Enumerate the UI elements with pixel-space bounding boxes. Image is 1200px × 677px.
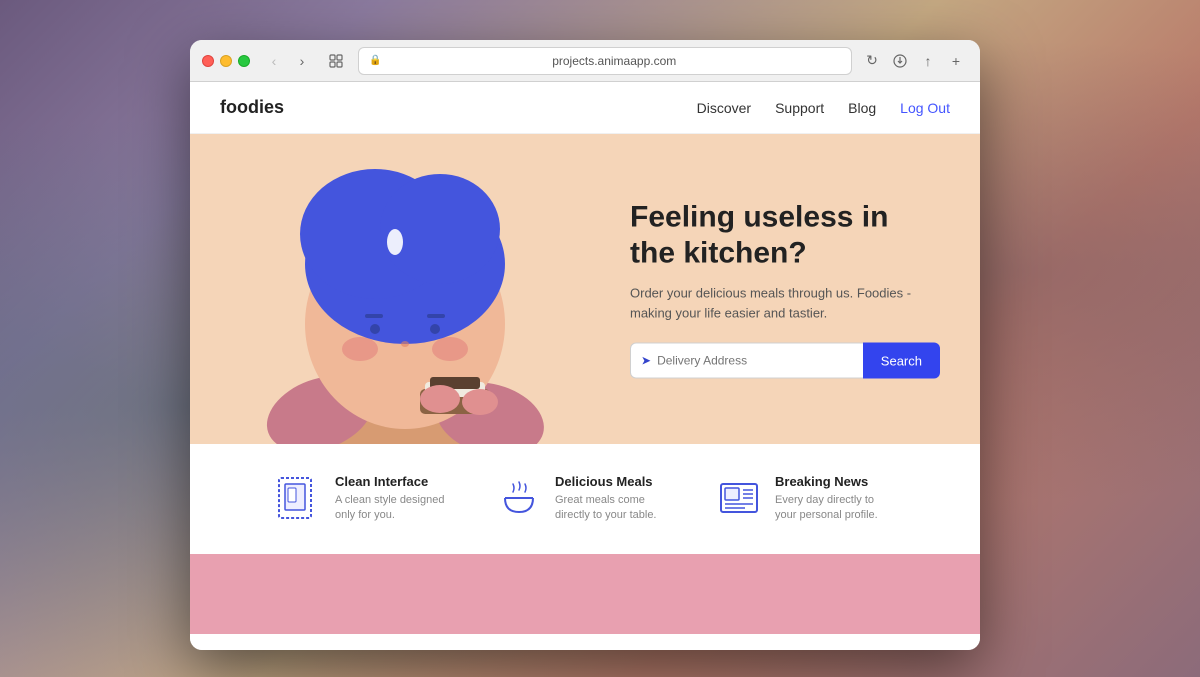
search-input[interactable] bbox=[657, 354, 853, 368]
browser-window: ‹ › 🔒 projects.animaapp.com ↻ bbox=[190, 40, 980, 650]
delicious-meals-icon bbox=[495, 474, 543, 522]
search-input-wrapper[interactable]: ➤ bbox=[630, 343, 863, 379]
hero-subtext: Order your delicious meals through us. F… bbox=[630, 284, 940, 323]
site-navigation: foodies Discover Support Blog Log Out bbox=[190, 82, 980, 134]
forward-button[interactable]: › bbox=[290, 49, 314, 73]
traffic-lights bbox=[202, 55, 250, 67]
pink-section bbox=[190, 554, 980, 634]
nav-discover[interactable]: Discover bbox=[697, 100, 751, 116]
reload-button[interactable]: ↻ bbox=[860, 49, 884, 73]
search-bar: ➤ Search bbox=[630, 343, 940, 379]
address-bar[interactable]: 🔒 projects.animaapp.com bbox=[358, 47, 852, 75]
reload-icon: ↻ bbox=[866, 52, 878, 69]
download-button[interactable] bbox=[888, 49, 912, 73]
search-button[interactable]: Search bbox=[863, 343, 940, 379]
feature-meals-text: Delicious Meals Great meals come directl… bbox=[555, 474, 675, 524]
toolbar-right: ↻ ↑ + bbox=[860, 49, 968, 73]
feature-news-text: Breaking News Every day directly to your… bbox=[775, 474, 895, 524]
feature-clean-title: Clean Interface bbox=[335, 474, 455, 489]
nav-logout[interactable]: Log Out bbox=[900, 100, 950, 116]
feature-clean-text: Clean Interface A clean style designed o… bbox=[335, 474, 455, 524]
close-button[interactable] bbox=[202, 55, 214, 67]
feature-clean-interface: Clean Interface A clean style designed o… bbox=[275, 474, 455, 524]
plus-icon: + bbox=[952, 53, 960, 69]
character-svg bbox=[220, 134, 590, 444]
download-icon bbox=[893, 54, 907, 68]
clean-interface-icon bbox=[275, 474, 323, 522]
hero-text-content: Feeling useless in the kitchen? Order yo… bbox=[630, 200, 940, 379]
chevron-right-icon: › bbox=[300, 53, 305, 69]
share-button[interactable]: ↑ bbox=[916, 49, 940, 73]
feature-delicious-meals: Delicious Meals Great meals come directl… bbox=[495, 474, 675, 524]
minimize-button[interactable] bbox=[220, 55, 232, 67]
back-button[interactable]: ‹ bbox=[262, 49, 286, 73]
location-icon: ➤ bbox=[641, 354, 651, 368]
chevron-left-icon: ‹ bbox=[272, 53, 277, 69]
nav-links: Discover Support Blog Log Out bbox=[697, 100, 950, 116]
breaking-news-icon bbox=[715, 474, 763, 522]
nav-support[interactable]: Support bbox=[775, 100, 824, 116]
hero-section: Feeling useless in the kitchen? Order yo… bbox=[190, 134, 980, 444]
add-tab-button[interactable]: + bbox=[944, 49, 968, 73]
hero-illustration bbox=[220, 134, 590, 444]
nav-buttons: ‹ › bbox=[262, 49, 314, 73]
feature-meals-desc: Great meals come directly to your table. bbox=[555, 493, 675, 524]
hero-heading: Feeling useless in the kitchen? bbox=[630, 200, 940, 272]
features-section: Clean Interface A clean style designed o… bbox=[190, 444, 980, 554]
share-icon: ↑ bbox=[925, 53, 932, 69]
feature-news-desc: Every day directly to your personal prof… bbox=[775, 493, 895, 524]
feature-news-title: Breaking News bbox=[775, 474, 895, 489]
lock-icon: 🔒 bbox=[369, 55, 381, 66]
maximize-button[interactable] bbox=[238, 55, 250, 67]
feature-meals-title: Delicious Meals bbox=[555, 474, 675, 489]
feature-clean-desc: A clean style designed only for you. bbox=[335, 493, 455, 524]
browser-toolbar: ‹ › 🔒 projects.animaapp.com ↻ bbox=[190, 40, 980, 82]
nav-blog[interactable]: Blog bbox=[848, 100, 876, 116]
feature-breaking-news: Breaking News Every day directly to your… bbox=[715, 474, 895, 524]
tab-grid-icon bbox=[329, 54, 343, 68]
site-logo: foodies bbox=[220, 97, 697, 118]
website-content: foodies Discover Support Blog Log Out bbox=[190, 82, 980, 650]
url-text: projects.animaapp.com bbox=[387, 54, 841, 68]
tab-overview-button[interactable] bbox=[322, 47, 350, 75]
